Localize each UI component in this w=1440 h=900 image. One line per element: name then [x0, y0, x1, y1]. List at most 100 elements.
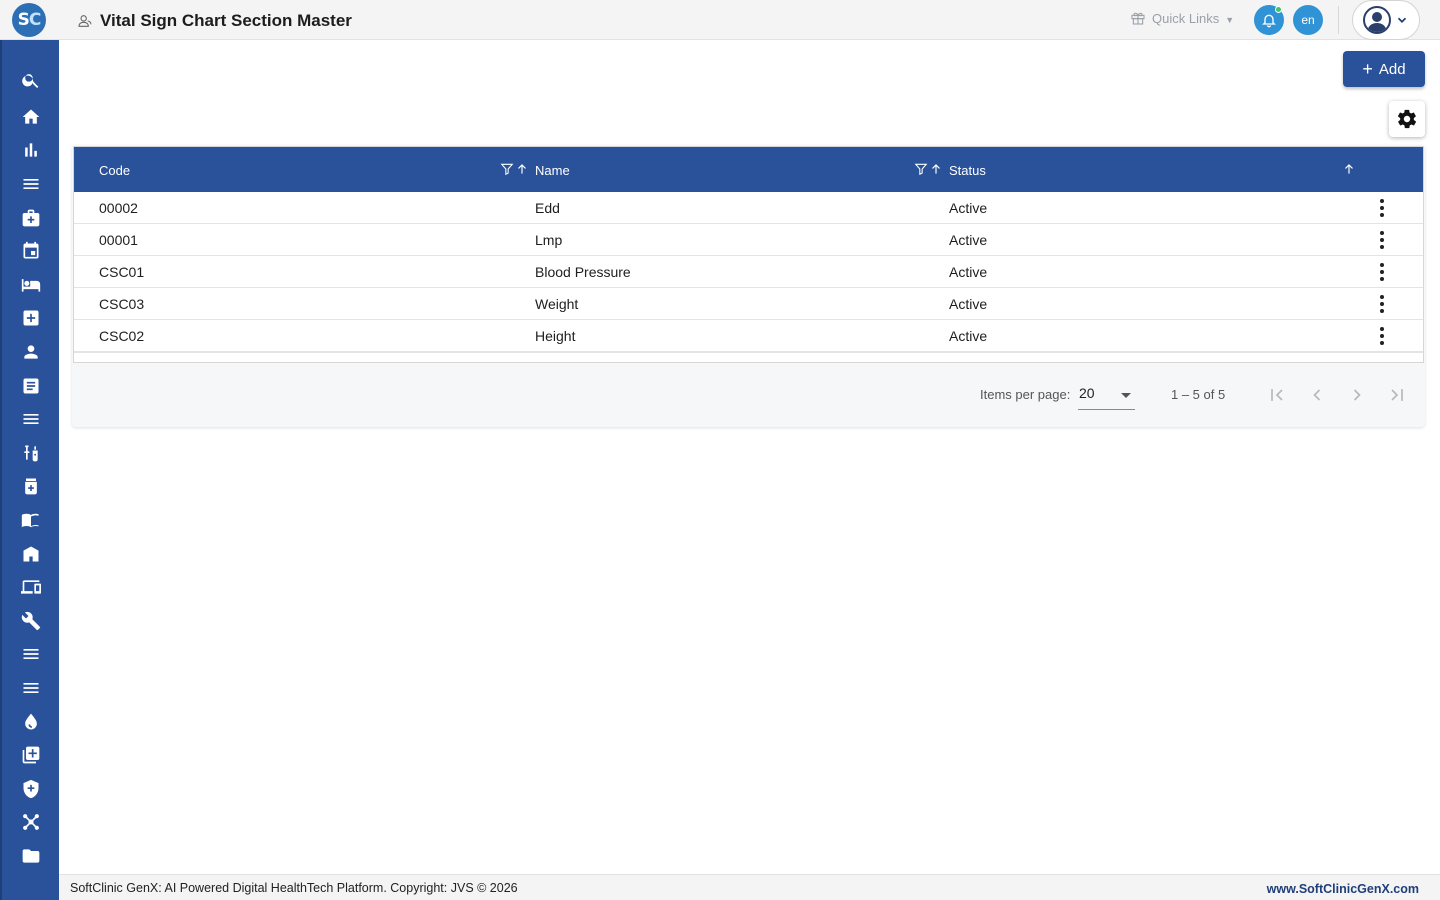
language-button[interactable]: en: [1293, 5, 1323, 35]
chevron-left-icon: [1313, 389, 1321, 401]
page-range-label: 1 – 5 of 5: [1171, 387, 1226, 402]
table-horizontal-scrollbar[interactable]: [74, 352, 1423, 362]
filter-icon[interactable]: [914, 162, 928, 176]
cell-status: Active: [949, 264, 988, 280]
sidebar-item-add-library[interactable]: [2, 740, 59, 770]
bed-icon: [21, 279, 40, 292]
sidebar-item-reports[interactable]: [2, 371, 59, 401]
sidebar-item-home[interactable]: [2, 102, 59, 132]
app-logo[interactable]: SC: [12, 3, 46, 37]
sidebar-item-menu-1[interactable]: [2, 169, 59, 199]
sort-arrow-up-icon[interactable]: [1342, 162, 1356, 176]
sort-arrow-up-icon[interactable]: [515, 162, 529, 176]
bell-icon: [1262, 14, 1276, 28]
sidebar-item-security[interactable]: [2, 774, 59, 804]
sidebar-item-library[interactable]: [2, 505, 59, 535]
dropdown-arrow-icon: [1121, 393, 1131, 398]
table-row[interactable]: 00001 Lmp Active: [74, 224, 1423, 256]
table-row[interactable]: CSC03 Weight Active: [74, 288, 1423, 320]
cell-status: Active: [949, 328, 988, 344]
table-row[interactable]: CSC02 Height Active: [74, 320, 1423, 352]
column-header-code[interactable]: Code: [99, 163, 130, 178]
devices-icon: [20, 580, 41, 594]
paginator: Items per page: 20 1 – 5 of 5: [72, 363, 1425, 427]
search-icon: [21, 74, 38, 88]
add-button[interactable]: + Add: [1343, 51, 1425, 87]
sidebar-item-network[interactable]: [2, 807, 59, 837]
sidebar-item-menu-4[interactable]: [2, 673, 59, 703]
sidebar-item-blood-bank[interactable]: [2, 707, 59, 737]
row-actions-menu-icon[interactable]: [1372, 292, 1392, 316]
items-per-page-select[interactable]: 20: [1078, 380, 1135, 410]
sidebar-item-folder[interactable]: [2, 841, 59, 871]
cell-name: Blood Pressure: [535, 264, 631, 280]
sidebar-item-pharmacy[interactable]: [2, 471, 59, 501]
header-divider: [1338, 6, 1339, 34]
sidebar-item-medical-services[interactable]: [2, 303, 59, 333]
medical-bag-icon: [22, 209, 39, 227]
notifications-button[interactable]: [1254, 5, 1284, 35]
sidebar-item-person[interactable]: [2, 337, 59, 367]
page-title: Vital Sign Chart Section Master: [100, 11, 352, 30]
sidebar-item-devices[interactable]: [2, 572, 59, 602]
sidebar-item-menu-2[interactable]: [2, 404, 59, 434]
items-per-page-label: Items per page:: [980, 387, 1071, 402]
user-menu-button[interactable]: [1352, 0, 1420, 40]
footer-website-link[interactable]: www.SoftClinicGenX.com: [1267, 882, 1419, 896]
last-page-icon: [1391, 389, 1403, 401]
caret-down-icon: ▼: [1225, 15, 1235, 25]
row-actions-menu-icon[interactable]: [1372, 196, 1392, 220]
first-page-button[interactable]: [1264, 382, 1290, 408]
sidebar-item-calendar[interactable]: [2, 236, 59, 266]
sidebar-item-analytics[interactable]: [2, 135, 59, 165]
online-status-dot: [1275, 6, 1282, 13]
cell-name: Edd: [535, 200, 560, 216]
add-library-icon: [22, 746, 39, 764]
table-header: Code Name Status: [74, 147, 1423, 192]
row-actions-menu-icon[interactable]: [1372, 260, 1392, 284]
next-page-button[interactable]: [1344, 382, 1370, 408]
table-row[interactable]: 00002 Edd Active: [74, 192, 1423, 224]
plus-icon: +: [1362, 59, 1373, 79]
cell-code: CSC01: [99, 264, 145, 280]
column-header-name[interactable]: Name: [535, 163, 570, 178]
home-icon: [22, 109, 39, 124]
name-column-controls: [914, 162, 943, 176]
add-button-label: Add: [1378, 60, 1406, 78]
lab-icon: [23, 445, 38, 462]
sidebar-item-store[interactable]: [2, 539, 59, 569]
quick-links-dropdown[interactable]: Quick Links ▼: [1130, 10, 1234, 26]
filter-icon[interactable]: [500, 162, 514, 176]
sidebar-item-tools[interactable]: [2, 606, 59, 636]
sidebar: [0, 40, 59, 900]
sidebar-item-medical-kit[interactable]: [2, 203, 59, 233]
logo-letter-s: S: [17, 10, 30, 30]
sidebar-item-search[interactable]: [2, 65, 59, 95]
cell-code: 00002: [99, 200, 138, 216]
items-per-page-value: 20: [1079, 385, 1095, 401]
column-settings-button[interactable]: [1389, 101, 1425, 137]
quick-links-label: Quick Links: [1152, 10, 1220, 26]
sort-arrow-up-icon[interactable]: [929, 162, 943, 176]
user-group-icon: [78, 15, 92, 27]
book-icon: [21, 513, 38, 528]
menu-icon: [23, 414, 38, 424]
menu-icon: [23, 179, 38, 189]
folder-icon: [22, 849, 39, 863]
column-header-status[interactable]: Status: [949, 163, 986, 178]
previous-page-button[interactable]: [1304, 382, 1330, 408]
footer-copyright: SoftClinic GenX: AI Powered Digital Heal…: [70, 881, 518, 895]
row-actions-menu-icon[interactable]: [1372, 228, 1392, 252]
network-icon: [22, 814, 39, 830]
sidebar-item-menu-3[interactable]: [2, 639, 59, 669]
last-page-button[interactable]: [1384, 382, 1410, 408]
first-page-icon: [1271, 389, 1283, 401]
table-container: Code Name Status 00002 Edd Active 00001 …: [72, 145, 1425, 427]
shield-icon: [23, 779, 38, 799]
cell-code: CSC03: [99, 296, 145, 312]
table-row[interactable]: CSC01 Blood Pressure Active: [74, 256, 1423, 288]
row-actions-menu-icon[interactable]: [1372, 324, 1392, 348]
chevron-right-icon: [1353, 389, 1361, 401]
sidebar-item-bed[interactable]: [2, 270, 59, 300]
sidebar-item-lab[interactable]: [2, 438, 59, 468]
